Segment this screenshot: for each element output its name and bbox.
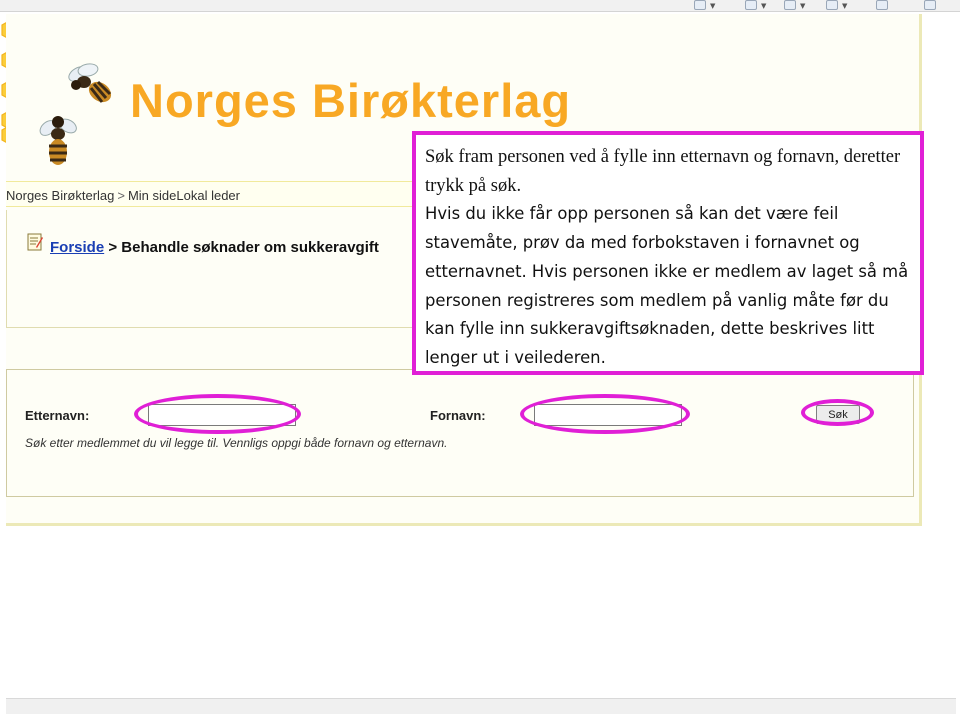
lastname-label: Etternavn: [25,408,90,423]
browser-toolbar-icon[interactable] [924,0,936,10]
bee-icon [39,116,77,165]
instruction-callout: Søk fram personen ved å fylle inn ettern… [412,131,924,375]
horizontal-scrollbar[interactable] [6,698,956,714]
breadcrumb-item-my-page[interactable]: Min side [128,188,176,203]
browser-toolbar-icon[interactable] [826,0,838,10]
firstname-input[interactable] [534,404,682,426]
breadcrumb-item-home[interactable]: Norges Birøkterlag [6,188,114,203]
site-title: Norges Birøkterlag [130,74,572,127]
page-heading: Forside > Behandle søknader om sukkeravg… [50,239,379,256]
callout-paragraph-2: Hvis du ikke får opp personen så kan det… [425,204,909,367]
browser-toolbar-icon[interactable] [784,0,796,10]
search-panel [6,369,914,497]
callout-paragraph-1: Søk fram personen ved å fylle inn ettern… [425,147,901,196]
browser-toolbar-icon[interactable] [745,0,757,10]
chevron-down-icon[interactable]: ▼ [842,2,847,10]
home-link[interactable]: Forside [50,239,104,256]
browser-toolbar-icon[interactable] [694,0,706,10]
firstname-label: Fornavn: [430,408,486,423]
page-title: Behandle søknader om sukkeravgift [121,239,379,256]
breadcrumb-separator: > [117,188,125,203]
chevron-down-icon[interactable]: ▼ [800,2,805,10]
heading-separator: > [108,239,118,256]
breadcrumb-item-local-leader[interactable]: Lokal leder [176,188,240,203]
chevron-down-icon[interactable]: ▼ [710,2,715,10]
lastname-input[interactable] [148,404,296,426]
bee-icon [68,63,112,103]
browser-toolbar-icon[interactable] [876,0,888,10]
search-button[interactable]: Søk [816,405,860,424]
chevron-down-icon[interactable]: ▼ [761,2,766,10]
search-hint: Søk etter medlemmet du vil legge til. Ve… [25,436,448,450]
document-icon [27,233,43,251]
